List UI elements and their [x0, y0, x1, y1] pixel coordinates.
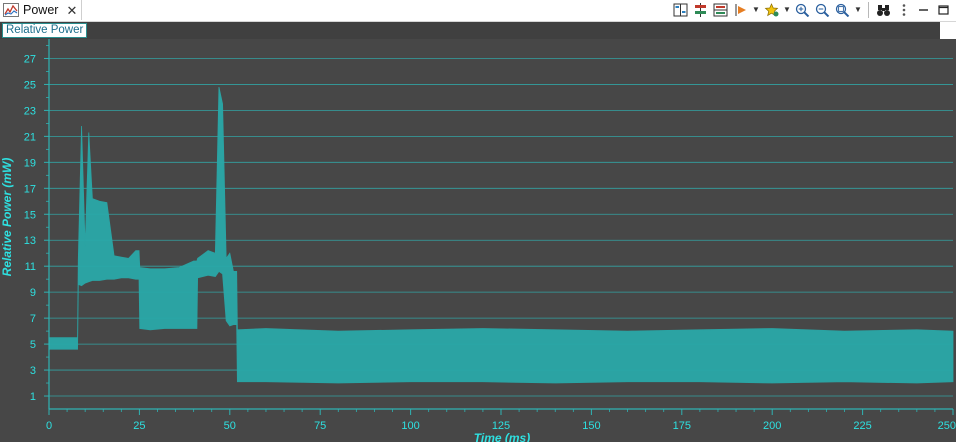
toolbar-separator [868, 2, 869, 18]
x-tick-label: 75 [314, 420, 326, 432]
zoom-dropdown-icon[interactable]: ▼ [854, 2, 862, 19]
y-tick-label: 11 [25, 261, 36, 273]
view-header: Power ✕ ▼ ▼ ▼ [0, 0, 956, 22]
rows-icon[interactable] [712, 2, 729, 19]
maximize-icon[interactable] [935, 2, 952, 19]
toolbar: ▼ ▼ ▼ [672, 1, 952, 19]
power-chart-icon [3, 3, 19, 17]
y-axis-label: Relative Power (mW) [0, 158, 14, 277]
y-tick-label: 5 [30, 339, 36, 351]
y-tick-label: 13 [24, 235, 36, 247]
y-tick-label: 27 [24, 53, 36, 65]
y-tick-label: 17 [24, 183, 36, 195]
panel-label-text: Relative Power [6, 24, 84, 36]
power-chart[interactable]: 135791113151719212325270 25 50 75 100 125 150 1… [0, 39, 956, 442]
marker-dropdown-icon[interactable]: ▼ [752, 2, 760, 19]
zoom-in-icon[interactable] [794, 2, 811, 19]
x-tick-label: 150 [582, 420, 600, 432]
star-dropdown-icon[interactable]: ▼ [783, 2, 791, 19]
x-tick-label: 100 [401, 420, 419, 432]
y-tick-label: 7 [30, 313, 36, 325]
x-tick-label: 250 [938, 420, 956, 432]
close-icon[interactable]: ✕ [66, 4, 77, 17]
tab-title: Power [23, 3, 59, 17]
minimize-icon[interactable] [915, 2, 932, 19]
y-tick-label: 1 [30, 391, 36, 403]
x-axis-label: Time (ms) [474, 431, 530, 442]
marker-icon[interactable] [732, 2, 749, 19]
y-tick-label: 15 [24, 209, 36, 221]
more-icon[interactable] [895, 2, 912, 19]
panel-header-edge [940, 22, 956, 39]
panel-label: Relative Power [2, 23, 88, 38]
x-tick-label: 25 [133, 420, 145, 432]
y-tick-label: 3 [30, 365, 36, 377]
binoculars-icon[interactable] [875, 2, 892, 19]
star-icon[interactable] [763, 2, 780, 19]
zoom-out-icon[interactable] [814, 2, 831, 19]
y-tick-label: 9 [30, 287, 36, 299]
y-tick-label: 19 [24, 157, 36, 169]
x-tick-label: 0 [46, 420, 52, 432]
y-tick-label: 25 [24, 79, 36, 91]
zoom-fit-icon[interactable] [834, 2, 851, 19]
x-tick-label: 225 [853, 420, 871, 432]
x-tick-label: 50 [224, 420, 236, 432]
x-tick-label: 175 [673, 420, 691, 432]
y-tick-label: 21 [24, 131, 36, 143]
x-tick-label: 200 [763, 420, 781, 432]
panel-header: Relative Power [0, 22, 956, 39]
split-icon[interactable] [692, 2, 709, 19]
tab-power[interactable]: Power ✕ [0, 0, 82, 20]
y-tick-label: 23 [24, 105, 36, 117]
columns-icon[interactable] [672, 2, 689, 19]
